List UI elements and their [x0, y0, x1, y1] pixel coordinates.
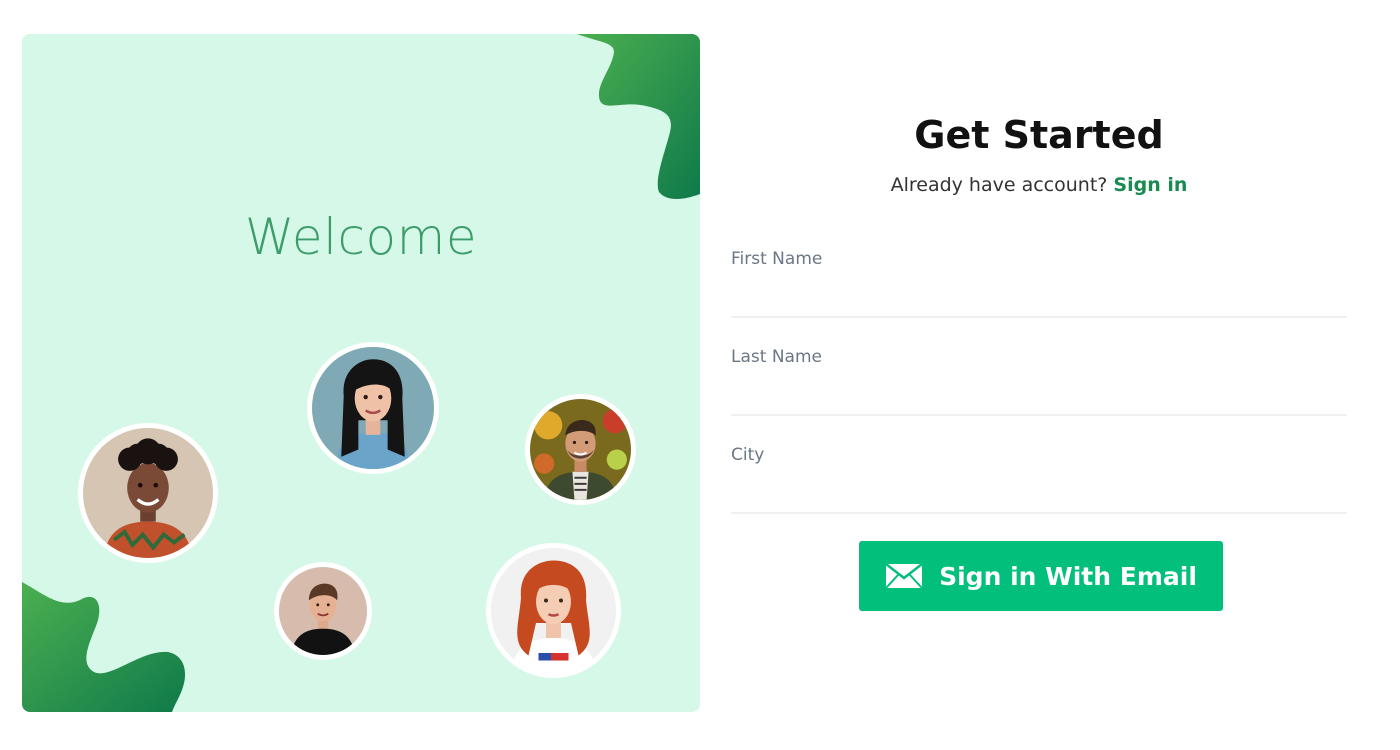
- woman-red-hair-portrait: [491, 548, 616, 673]
- young-man-avatar: [274, 562, 372, 660]
- young-man-portrait: [279, 567, 367, 655]
- city-label: City: [731, 445, 765, 465]
- last-name-field: Last Name: [731, 346, 1347, 416]
- first-name-input[interactable]: [731, 274, 1347, 312]
- man-beard-portrait: [530, 399, 631, 500]
- woman-red-hair-avatar: [486, 543, 621, 678]
- city-field: City: [731, 444, 1347, 514]
- first-name-field: First Name: [731, 248, 1347, 318]
- signin-with-email-button[interactable]: Sign in With Email: [859, 541, 1223, 611]
- signup-form: Get Started Already have account? Sign i…: [731, 0, 1347, 750]
- last-name-label: Last Name: [731, 347, 822, 367]
- subtitle-prefix: Already have account?: [890, 174, 1108, 196]
- signin-link[interactable]: Sign in: [1113, 174, 1187, 196]
- woman-dark-hair-portrait: [312, 347, 434, 469]
- envelope-icon: [885, 563, 923, 589]
- submit-label: Sign in With Email: [939, 561, 1197, 591]
- last-name-underline: [731, 414, 1347, 416]
- signup-page: Welcome Get Started Already have account…: [0, 0, 1400, 750]
- city-underline: [731, 512, 1347, 514]
- woman-dark-hair-avatar: [307, 342, 439, 474]
- woman-curly-hair-portrait: [83, 428, 213, 558]
- woman-curly-hair-avatar: [78, 423, 218, 563]
- last-name-input[interactable]: [731, 372, 1347, 410]
- first-name-underline: [731, 316, 1347, 318]
- form-title: Get Started: [914, 113, 1164, 157]
- first-name-label: First Name: [731, 249, 823, 269]
- welcome-heading: Welcome: [244, 208, 478, 266]
- form-subtitle: Already have account? Sign in: [731, 172, 1347, 198]
- welcome-panel: Welcome: [22, 34, 700, 712]
- man-beard-avatar: [525, 394, 636, 505]
- city-input[interactable]: [731, 470, 1347, 508]
